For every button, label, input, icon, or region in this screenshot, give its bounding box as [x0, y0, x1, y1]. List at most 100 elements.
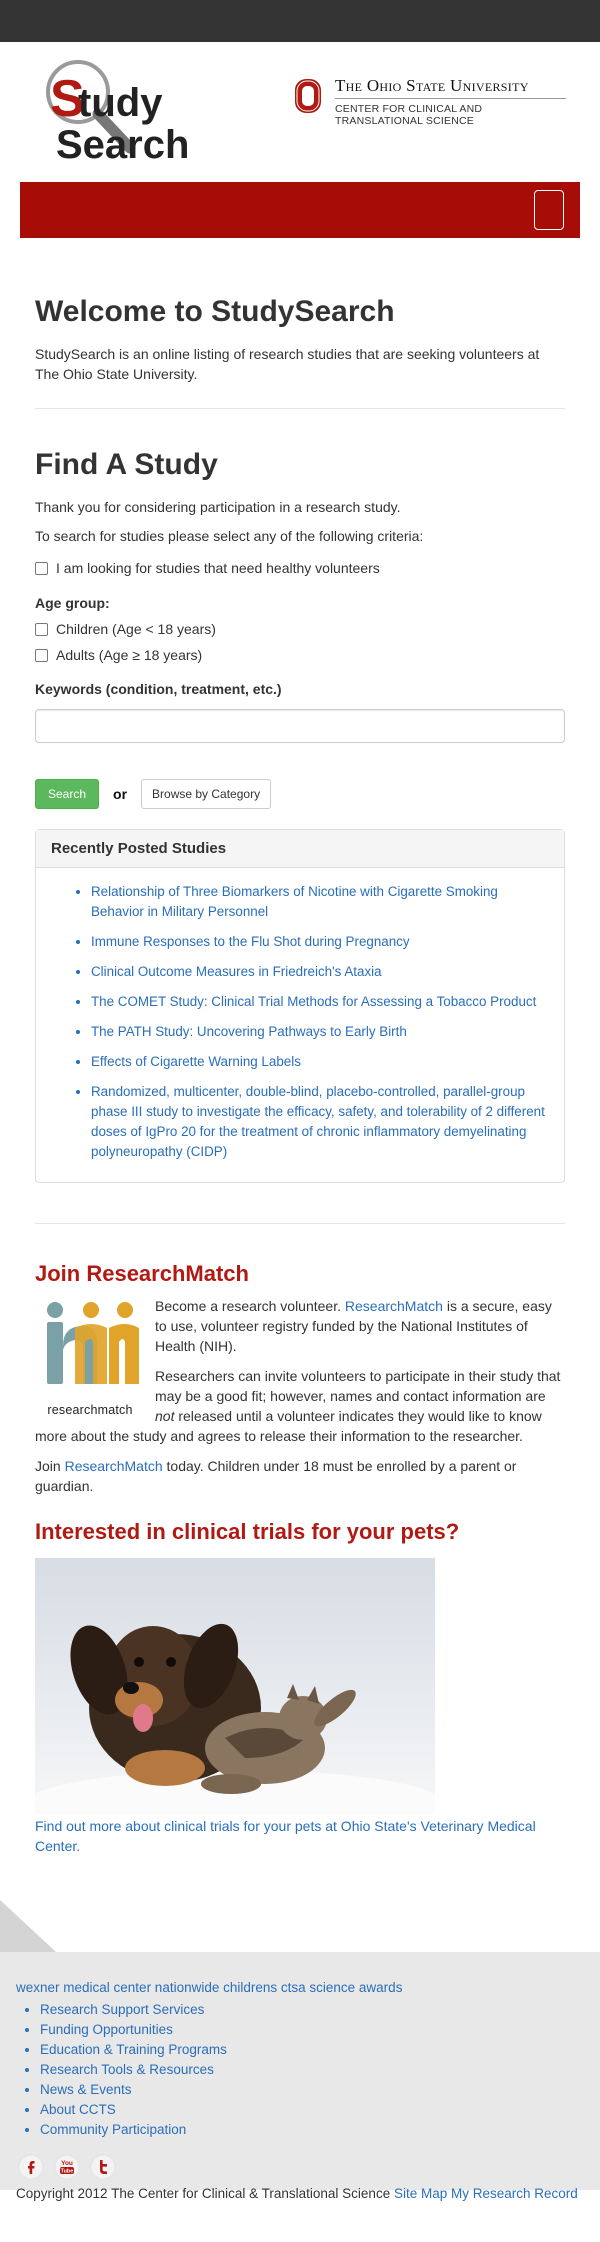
brand-header: S tudy Search The Ohio State University …: [0, 42, 600, 182]
my-research-record-link[interactable]: My Research Record: [451, 2186, 578, 2201]
footer-link[interactable]: Education & Training Programs: [40, 2042, 227, 2057]
osu-name: The Ohio State University: [335, 76, 529, 95]
site-map-link[interactable]: Site Map: [394, 2186, 447, 2201]
age-group-label: Age group:: [35, 595, 110, 611]
instructions-text: To search for studies please select any …: [35, 528, 424, 544]
search-button[interactable]: Search: [35, 779, 100, 809]
study-link[interactable]: Immune Responses to the Flu Shot during …: [91, 934, 410, 949]
list-item: Research Tools & Resources: [40, 2060, 592, 2080]
ccts-line-2: TRANSLATIONAL SCIENCE: [335, 115, 474, 127]
osu-divider: [335, 98, 566, 99]
footer-link[interactable]: Research Support Services: [40, 2002, 204, 2017]
ccts-name: CENTER FOR CLINICAL AND TRANSLATIONAL SC…: [335, 103, 482, 127]
footer-link[interactable]: About CCTS: [40, 2102, 116, 2117]
pets-paragraph: Find out more about clinical trials for …: [35, 1816, 565, 1856]
list-item: Education & Training Programs: [40, 2040, 592, 2060]
checkbox-box[interactable]: [35, 622, 48, 636]
healthy-volunteers-checkbox[interactable]: I am looking for studies that need healt…: [35, 558, 565, 578]
checkbox-box[interactable]: [35, 648, 48, 662]
footer-link[interactable]: Funding Opportunities: [40, 2022, 173, 2037]
svg-text:Tube: Tube: [61, 2169, 74, 2175]
youtube-icon[interactable]: You Tube: [54, 2154, 80, 2180]
main-navbar: [20, 182, 580, 238]
researchmatch-section: researchmatch Become a research voluntee…: [35, 1296, 565, 1506]
pets-title: Interested in clinical trials for your p…: [35, 1519, 460, 1544]
copyright-text: Copyright 2012 The Center for Clinical &…: [16, 2186, 391, 2201]
studysearch-logo[interactable]: S tudy Search: [34, 58, 194, 170]
keywords-label: Keywords (condition, treatment, etc.): [35, 681, 282, 697]
list-item: Effects of Cigarette Warning Labels: [91, 1052, 549, 1072]
partner-links[interactable]: wexner medical center nationwide childre…: [16, 1978, 592, 1998]
logo-study: tudy: [78, 81, 163, 125]
svg-text:You: You: [61, 2160, 73, 2167]
keywords-input[interactable]: [35, 709, 565, 743]
list-item: Clinical Outcome Measures in Friedreich'…: [91, 962, 549, 982]
copyright-line: Copyright 2012 The Center for Clinical &…: [16, 2184, 592, 2204]
thanks-text: Thank you for considering participation …: [35, 499, 401, 515]
list-item: Research Support Services: [40, 2000, 592, 2020]
list-item: Community Participation: [40, 2120, 592, 2140]
researchmatch-logo-caption: researchmatch: [47, 1403, 133, 1417]
twitter-icon[interactable]: [90, 2154, 116, 2180]
text-span: Join: [35, 1458, 65, 1474]
page-title: Welcome to StudySearch: [35, 295, 395, 328]
study-link[interactable]: Relationship of Three Biomarkers of Nico…: [91, 884, 498, 919]
recent-studies-body: Relationship of Three Biomarkers of Nico…: [36, 868, 564, 1182]
emphasis-text: not: [155, 1408, 175, 1424]
social-icons: You Tube: [18, 2154, 592, 2180]
browse-by-category-button[interactable]: Browse by Category: [141, 779, 272, 809]
researchmatch-logo[interactable]: researchmatch: [35, 1298, 145, 1417]
footer-link[interactable]: News & Events: [40, 2082, 132, 2097]
list-item: The COMET Study: Clinical Trial Methods …: [91, 992, 549, 1012]
researchmatch-logo-icon: [47, 1302, 139, 1384]
top-bar: [0, 0, 600, 42]
children-label: Children (Age < 18 years): [56, 621, 216, 637]
ccts-line-1: CENTER FOR CLINICAL AND: [335, 103, 483, 115]
researchmatch-title: Join ResearchMatch: [35, 1261, 249, 1286]
researchmatch-paragraph-3: Join ResearchMatch today. Children under…: [35, 1456, 565, 1496]
researchmatch-link[interactable]: ResearchMatch: [345, 1298, 443, 1314]
footer-nav-list: Research Support Services Funding Opport…: [40, 2000, 592, 2140]
footer-link[interactable]: Research Tools & Resources: [40, 2062, 214, 2077]
children-checkbox[interactable]: Children (Age < 18 years): [35, 619, 565, 639]
list-item: News & Events: [40, 2080, 592, 2100]
logo-search: Search: [56, 123, 189, 167]
menu-toggle-button[interactable]: [534, 190, 564, 230]
study-link[interactable]: The COMET Study: Clinical Trial Methods …: [91, 994, 536, 1009]
list-item: Relationship of Three Biomarkers of Nico…: [91, 882, 549, 922]
study-link[interactable]: Effects of Cigarette Warning Labels: [91, 1054, 301, 1069]
adults-label: Adults (Age ≥ 18 years): [56, 647, 203, 663]
list-item: Funding Opportunities: [40, 2020, 592, 2040]
healthy-volunteers-label: I am looking for studies that need healt…: [56, 560, 380, 576]
recent-studies-title: Recently Posted Studies: [36, 830, 564, 868]
footer: wexner medical center nationwide childre…: [0, 1900, 600, 2201]
text-span: Become a research volunteer.: [155, 1298, 345, 1314]
find-study-title: Find A Study: [35, 448, 218, 481]
or-text: or: [113, 786, 128, 802]
list-item: Immune Responses to the Flu Shot during …: [91, 932, 549, 952]
divider: [35, 408, 565, 409]
divider: [35, 1223, 565, 1224]
study-link[interactable]: Clinical Outcome Measures in Friedreich'…: [91, 964, 382, 979]
study-link[interactable]: Randomized, multicenter, double-blind, p…: [91, 1084, 545, 1159]
footer-content: wexner medical center nationwide childre…: [16, 1978, 592, 2204]
dog-and-cat-photo[interactable]: [35, 1558, 435, 1814]
vet-center-link[interactable]: Find out more about clinical trials for …: [35, 1818, 536, 1854]
osu-ccts-logo[interactable]: The Ohio State University CENTER FOR CLI…: [294, 74, 566, 134]
list-item: Randomized, multicenter, double-blind, p…: [91, 1082, 549, 1162]
recent-studies-panel: Recently Posted Studies Relationship of …: [35, 829, 565, 1183]
study-link[interactable]: The PATH Study: Uncovering Pathways to E…: [91, 1024, 407, 1039]
recent-studies-list: Relationship of Three Biomarkers of Nico…: [91, 882, 549, 1162]
facebook-icon[interactable]: [18, 2154, 44, 2180]
adults-checkbox[interactable]: Adults (Age ≥ 18 years): [35, 645, 565, 665]
osu-block-o-icon: [295, 79, 321, 113]
main-content: Welcome to StudySearch StudySearch is an…: [0, 294, 600, 1856]
footer-link[interactable]: Community Participation: [40, 2122, 186, 2137]
welcome-text: StudySearch is an online listing of rese…: [35, 346, 540, 382]
list-item: About CCTS: [40, 2100, 592, 2120]
text-span: Researchers can invite volunteers to par…: [155, 1368, 561, 1404]
checkbox-box[interactable]: [35, 561, 48, 575]
list-item: The PATH Study: Uncovering Pathways to E…: [91, 1022, 549, 1042]
researchmatch-link[interactable]: ResearchMatch: [65, 1458, 163, 1474]
search-actions: Search or Browse by Category: [35, 779, 565, 809]
